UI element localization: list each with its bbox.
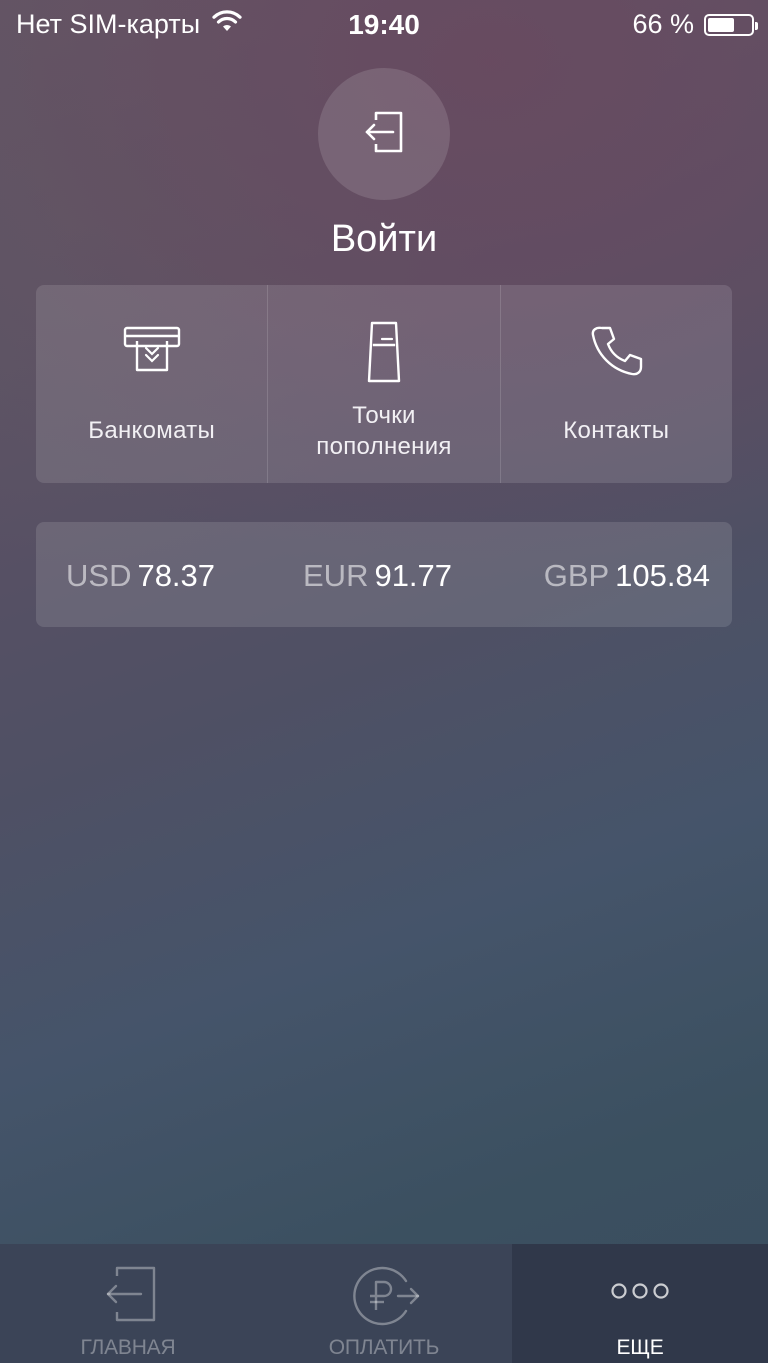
battery-percent: 66 %: [632, 9, 694, 39]
terminal-icon: [268, 319, 499, 385]
quick-link-top-up-label-line2: пополнения: [316, 433, 452, 460]
tab-pay-label: ОПЛАТИТЬ: [328, 1336, 440, 1359]
rate-eur-value: 91.77: [374, 558, 453, 593]
more-dots-icon: [512, 1280, 768, 1302]
login-label[interactable]: Войти: [0, 218, 768, 261]
quick-link-atms[interactable]: Банкоматы: [36, 285, 267, 483]
rate-gbp-code: GBP: [543, 558, 610, 593]
phone-icon: [501, 323, 732, 379]
status-right: 66 %: [632, 9, 758, 40]
quick-link-contacts[interactable]: Контакты: [499, 285, 732, 483]
quick-link-top-up-points[interactable]: Точки пополнения: [267, 285, 499, 483]
quick-links-panel: Банкоматы Точки пополнения Контакты: [36, 285, 732, 483]
tab-bar: ГЛАВНАЯ ОПЛАТИТЬ ЕЩЕ: [0, 1244, 768, 1363]
ruble-transfer-icon: [256, 1263, 512, 1329]
status-bar: Нет SIM-карты 19:40 66 %: [0, 0, 768, 50]
quick-link-top-up-label-line1: Точки: [352, 402, 416, 429]
rate-gbp: GBP 105.84: [544, 558, 710, 594]
rate-usd-code: USD: [66, 558, 132, 593]
tab-more-label: ЕЩЕ: [616, 1336, 664, 1359]
rate-eur: EUR 91.77: [303, 558, 452, 594]
battery-fill: [708, 17, 735, 32]
rate-gbp-value: 105.84: [615, 558, 710, 593]
tab-more[interactable]: ЕЩЕ: [512, 1244, 768, 1363]
quick-link-contacts-label: Контакты: [563, 417, 670, 444]
rate-eur-code: EUR: [303, 558, 369, 593]
rate-usd: USD 78.37: [66, 558, 215, 594]
tab-pay[interactable]: ОПЛАТИТЬ: [256, 1244, 512, 1363]
tab-main[interactable]: ГЛАВНАЯ: [0, 1244, 256, 1363]
rate-usd-value: 78.37: [137, 558, 216, 593]
login-icon: [361, 109, 407, 160]
login-icon: [0, 1263, 256, 1323]
atm-icon: [36, 323, 267, 375]
login-button[interactable]: [318, 68, 450, 200]
tab-main-label: ГЛАВНАЯ: [80, 1336, 176, 1359]
battery-icon: [704, 13, 758, 36]
quick-link-top-up-label: Точки пополнения: [268, 400, 499, 462]
currency-rates-panel[interactable]: USD 78.37 EUR 91.77 GBP 105.84: [36, 522, 732, 627]
quick-link-atms-label: Банкоматы: [88, 417, 216, 444]
